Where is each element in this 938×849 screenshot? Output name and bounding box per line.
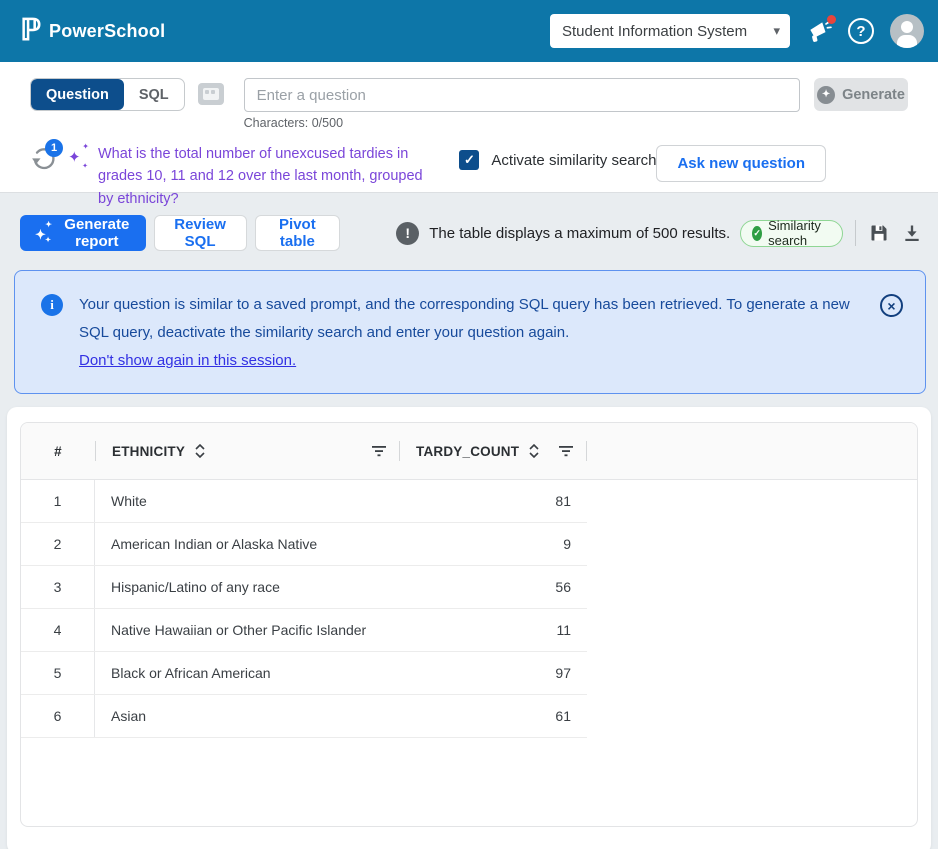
- max-results-note: The table displays a maximum of 500 resu…: [429, 224, 731, 242]
- table-row[interactable]: 2 American Indian or Alaska Native 9: [21, 523, 587, 566]
- question-history-button[interactable]: 1: [30, 139, 63, 175]
- table-row[interactable]: 6 Asian 61: [21, 695, 587, 738]
- generate-button[interactable]: ✦ Generate: [814, 78, 908, 111]
- ai-sparkle-icon: ✦ ✦ ✦: [68, 142, 89, 170]
- similarity-info-banner: i Your question is similar to a saved pr…: [14, 270, 926, 394]
- divider: [855, 220, 857, 246]
- tab-sql[interactable]: SQL: [124, 79, 184, 110]
- sort-icon[interactable]: [195, 444, 205, 458]
- download-icon: [905, 225, 919, 241]
- question-sql-toggle: Question SQL: [30, 78, 185, 111]
- similarity-search-label: Activate similarity search: [491, 151, 657, 169]
- ethnicity-cell: Hispanic/Latino of any race: [111, 579, 280, 595]
- generate-report-button[interactable]: ✦ ✦ ✦ Generate report: [20, 215, 146, 251]
- generate-label: Generate: [842, 86, 905, 103]
- tardy-count-cell: 81: [555, 493, 571, 509]
- review-sql-button[interactable]: Review SQL: [153, 215, 247, 251]
- powerschool-logo-icon: ℙ: [20, 14, 42, 47]
- results-section: ✦ ✦ ✦ Generate report Review SQL Pivot t…: [0, 193, 938, 849]
- notification-dot: [827, 15, 836, 24]
- divider: [586, 441, 587, 461]
- top-app-bar: ℙ PowerSchool Student Information System…: [0, 0, 938, 62]
- row-number: 3: [21, 566, 95, 608]
- similarity-search-badge[interactable]: ✓ Similarity search: [740, 218, 844, 248]
- row-number: 5: [21, 652, 95, 694]
- brand-name: PowerSchool: [49, 20, 166, 41]
- chevron-down-icon: ▾: [773, 23, 780, 38]
- column-header-num: #: [54, 443, 62, 459]
- download-button[interactable]: [902, 223, 922, 243]
- help-button[interactable]: ?: [848, 18, 874, 44]
- similarity-search-toggle[interactable]: ✓ Activate similarity search: [459, 150, 656, 170]
- ethnicity-cell: American Indian or Alaska Native: [111, 536, 318, 552]
- info-icon: i: [41, 294, 63, 316]
- row-number: 2: [21, 523, 95, 565]
- avatar-person-icon: [901, 21, 913, 33]
- asked-question-text: What is the total number of unexcused ta…: [98, 146, 423, 207]
- sort-icon[interactable]: [529, 444, 539, 458]
- ethnicity-cell: White: [111, 493, 147, 509]
- tardy-count-cell: 9: [563, 536, 571, 552]
- tardy-count-cell: 97: [555, 665, 571, 681]
- generate-report-label: Generate report: [64, 216, 130, 250]
- table-row[interactable]: 4 Native Hawaiian or Other Pacific Islan…: [21, 609, 587, 652]
- column-header-ethnicity[interactable]: ETHNICITY: [112, 444, 185, 459]
- question-input[interactable]: [243, 78, 800, 112]
- actions-row: ✦ ✦ ✦ Generate report Review SQL Pivot t…: [20, 215, 922, 251]
- check-circle-icon: ✓: [752, 225, 763, 241]
- ask-new-question-button[interactable]: Ask new question: [656, 145, 826, 182]
- row-number: 1: [21, 480, 95, 522]
- product-selector-value: Student Information System: [562, 22, 748, 40]
- similarity-pill-label: Similarity search: [768, 218, 821, 248]
- question-section: Question SQL Characters: 0/500 ✦ Generat…: [0, 62, 938, 207]
- tardy-count-cell: 61: [555, 708, 571, 724]
- announcements-button[interactable]: [806, 15, 836, 44]
- history-count-badge: 1: [45, 139, 63, 157]
- table-row[interactable]: 5 Black or African American 97: [21, 652, 587, 695]
- alert-exclamation-icon: !: [396, 221, 420, 245]
- row-number: 4: [21, 609, 95, 651]
- close-banner-button[interactable]: ×: [880, 294, 903, 317]
- tab-question[interactable]: Question: [31, 79, 124, 110]
- saved-prompts-icon[interactable]: [197, 83, 224, 105]
- help-icon: ?: [848, 18, 874, 44]
- checkbox-checked-icon[interactable]: ✓: [459, 150, 480, 170]
- ethnicity-cell: Native Hawaiian or Other Pacific Islande…: [111, 622, 367, 638]
- character-counter: Characters: 0/500: [243, 116, 344, 130]
- ethnicity-cell: Black or African American: [111, 665, 271, 681]
- save-button[interactable]: [869, 223, 889, 243]
- filter-icon[interactable]: [558, 445, 574, 457]
- tardy-count-cell: 56: [555, 579, 571, 595]
- ethnicity-cell: Asian: [111, 708, 147, 724]
- results-card: # ETHNICITY TARDY_COUNT 1 White 81 2 Ame…: [7, 407, 931, 849]
- tardy-count-cell: 11: [556, 622, 571, 638]
- row-number: 6: [21, 695, 95, 737]
- table-row[interactable]: 1 White 81: [21, 480, 587, 523]
- column-header-tardy-count[interactable]: TARDY_COUNT: [416, 444, 519, 459]
- sparkle-icon: ✦ ✦ ✦: [35, 220, 52, 244]
- filter-icon[interactable]: [371, 445, 387, 457]
- results-table: # ETHNICITY TARDY_COUNT 1 White 81 2 Ame…: [20, 422, 918, 827]
- user-avatar[interactable]: [890, 14, 924, 48]
- pivot-table-button[interactable]: Pivot table: [254, 215, 341, 251]
- banner-message: Your question is similar to a saved prom…: [79, 296, 850, 341]
- save-floppy-icon: [871, 225, 887, 241]
- generate-spark-icon: ✦: [817, 85, 836, 104]
- table-row[interactable]: 3 Hispanic/Latino of any race 56: [21, 566, 587, 609]
- table-header-row: # ETHNICITY TARDY_COUNT: [21, 423, 917, 480]
- product-selector-dropdown[interactable]: Student Information System ▾: [550, 14, 790, 48]
- dont-show-again-link[interactable]: Don't show again in this session.: [79, 347, 296, 375]
